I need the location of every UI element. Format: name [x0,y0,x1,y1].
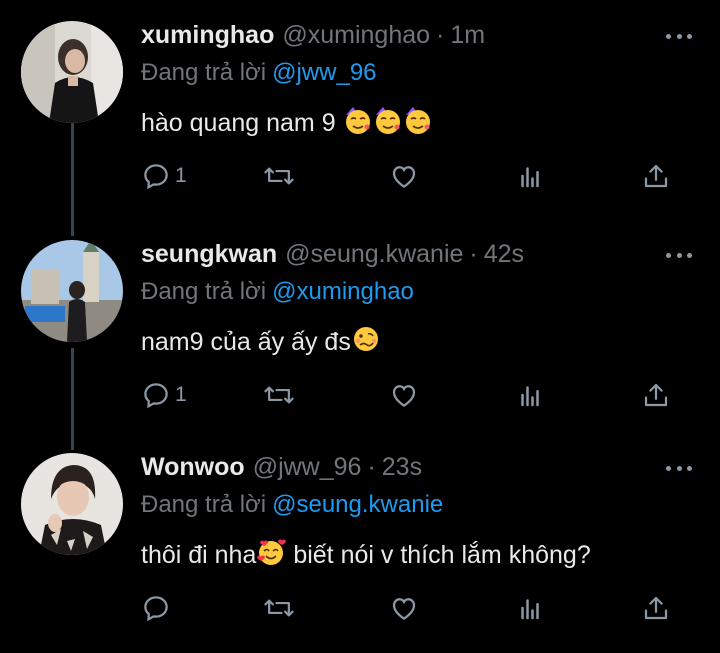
reply-icon [144,383,168,409]
more-options-icon[interactable] [666,248,692,262]
reply-icon [144,164,168,190]
reply-count: 1 [175,383,187,406]
tweet[interactable]: xuminghao @xuminghao · 1m Đang trả lời @j… [0,21,720,221]
separator-dot: · [436,21,445,49]
retweet-button[interactable] [263,161,299,191]
partying-face-emoji [375,107,400,134]
tweet[interactable]: seungkwan @seung.kwanie · 42s Đang trả l… [0,240,720,440]
tweet-text: hào quang nam 9 [141,105,433,138]
tweet-text: thôi đi nha biết nói v thích lắm không? [141,537,591,570]
retweet-icon [264,599,294,617]
share-button[interactable] [641,161,671,191]
tweet-actions: 1 [141,161,671,197]
share-icon [644,164,668,188]
like-button[interactable] [389,380,423,410]
avatar[interactable] [21,240,123,342]
tweet-text-content: hào quang nam 9 [141,109,336,137]
reply-count: 1 [175,164,187,187]
replying-to: Đang trả lời @jww_96 [141,59,377,87]
replying-to: Đang trả lời @xuminghao [141,278,414,306]
share-button[interactable] [641,380,671,410]
heart-icon [392,166,416,188]
replying-to-label: Đang trả lời [141,59,267,86]
mention-link[interactable]: @seung.kwanie [272,491,443,518]
tweet-text-after: biết nói v thích lắm không? [286,541,591,569]
timestamp[interactable]: 1m [450,21,485,50]
replying-to-label: Đang trả lời [141,278,267,305]
reply-icon [144,596,168,622]
separator-dot: · [367,453,376,481]
retweet-icon [264,167,294,185]
display-name[interactable]: xuminghao [141,21,274,50]
analytics-button[interactable] [515,380,545,410]
tweet-actions [141,593,671,629]
replying-to: Đang trả lời @seung.kwanie [141,491,443,519]
share-icon [644,596,668,620]
reply-button[interactable]: 1 [141,161,187,191]
user-handle[interactable]: @jww_96 [253,453,362,482]
retweet-icon [264,386,294,404]
tweet[interactable]: Wonwoo @jww_96 · 23s Đang trả lời @seung.… [0,453,720,653]
share-button[interactable] [641,593,671,623]
replying-to-label: Đang trả lời [141,491,267,518]
display-name[interactable]: Wonwoo [141,453,245,482]
user-handle[interactable]: @xuminghao [282,21,430,50]
share-icon [644,383,668,407]
separator-dot: · [469,240,478,268]
retweet-button[interactable] [263,380,299,410]
tweet-actions: 1 [141,380,671,416]
woozy-face-emoji [353,327,378,351]
tweet-text-content: nam9 của ấy ấy đs [141,328,351,356]
reply-button[interactable]: 1 [141,380,187,410]
tweet-text: nam9 của ấy ấy đs [141,324,381,357]
analytics-button[interactable] [515,161,545,191]
user-handle[interactable]: @seung.kwanie [285,240,463,269]
display-name[interactable]: seungkwan [141,240,277,269]
analytics-icon [521,386,539,407]
partying-face-emoji [405,107,430,134]
analytics-icon [521,599,539,620]
smiling-face-with-hearts-emoji [257,539,287,565]
analytics-button[interactable] [515,593,545,623]
like-button[interactable] [389,161,423,191]
heart-icon [392,385,416,407]
like-button[interactable] [389,593,423,623]
more-options-icon[interactable] [666,29,692,43]
more-options-icon[interactable] [666,461,692,475]
reply-button[interactable] [141,593,175,623]
mention-link[interactable]: @jww_96 [272,59,376,86]
mention-link[interactable]: @xuminghao [272,278,414,305]
avatar[interactable] [21,21,123,123]
avatar[interactable] [21,453,123,555]
heart-icon [392,598,416,620]
tweet-text-before: thôi đi nha [141,541,257,569]
timestamp[interactable]: 42s [484,240,524,269]
analytics-icon [521,167,539,188]
retweet-button[interactable] [263,593,299,623]
partying-face-emoji [345,107,370,134]
timestamp[interactable]: 23s [382,453,422,482]
